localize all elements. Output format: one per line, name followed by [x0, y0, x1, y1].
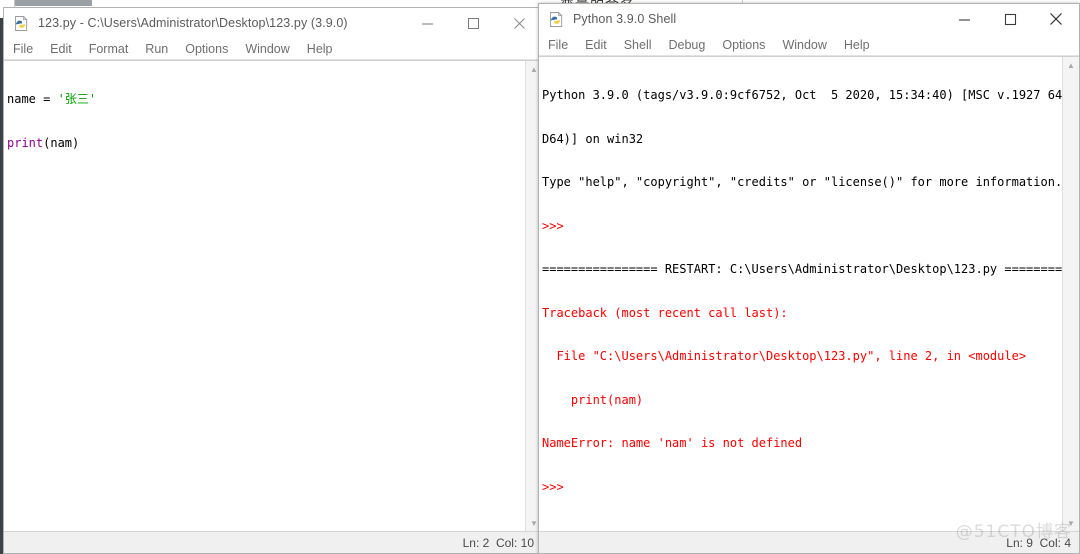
minimize-icon[interactable]	[941, 4, 987, 34]
scroll-up-arrow-icon[interactable]: ▲	[1063, 57, 1079, 73]
close-icon[interactable]	[496, 8, 542, 38]
editor-window-controls	[404, 8, 542, 38]
python-file-icon	[548, 11, 565, 28]
scroll-down-arrow-icon[interactable]: ▼	[1063, 515, 1079, 531]
editor-statusbar: Ln: 2 Col: 10	[4, 531, 542, 553]
close-icon[interactable]	[1033, 4, 1079, 34]
menu-shell[interactable]: Shell	[624, 38, 652, 52]
menu-options[interactable]: Options	[185, 42, 228, 56]
code-keyword-print: print	[7, 135, 44, 150]
shell-line-col-indicator: Ln: 9 Col: 4	[1006, 535, 1071, 550]
shell-titlebar[interactable]: Python 3.9.0 Shell	[539, 4, 1079, 34]
code-line-1: name = '张三'	[7, 92, 525, 107]
shell-error-message: NameError: name 'nam' is not defined	[542, 436, 803, 450]
menu-window[interactable]: Window	[782, 38, 826, 52]
menu-file[interactable]: File	[13, 42, 33, 56]
menu-file[interactable]: File	[548, 38, 568, 52]
code-string-literal: '张三'	[57, 92, 97, 106]
python-shell-window[interactable]: Python 3.9.0 Shell File Edit Shell Debug…	[538, 3, 1080, 554]
shell-text-region[interactable]: Python 3.9.0 (tags/v3.9.0:9cf6752, Oct 5…	[539, 56, 1079, 531]
editor-title-text: 123.py - C:\Users\Administrator\Desktop\…	[38, 16, 348, 30]
maximize-icon[interactable]	[987, 4, 1033, 34]
code-line-2: print(nam)	[7, 136, 525, 151]
editor-titlebar[interactable]: 123.py - C:\Users\Administrator\Desktop\…	[4, 8, 542, 38]
code-assign-operator: =	[35, 92, 58, 106]
code-identifier-name: name	[7, 92, 36, 106]
shell-line-banner-2: D64)] on win32	[542, 131, 644, 146]
shell-traceback-file: File "C:\Users\Administrator\Desktop\123…	[542, 349, 1027, 363]
menu-window[interactable]: Window	[245, 42, 289, 56]
shell-line-banner-1: Python 3.9.0 (tags/v3.9.0:9cf6752, Oct 5…	[542, 88, 1062, 102]
editor-menubar[interactable]: File Edit Format Run Options Window Help	[4, 38, 542, 60]
shell-prompt-1: >>>	[542, 218, 571, 233]
shell-line-banner-3: Type "help", "copyright", "credits" or "…	[542, 175, 1062, 189]
minimize-icon[interactable]	[404, 8, 450, 38]
menu-run[interactable]: Run	[145, 42, 168, 56]
menu-edit[interactable]: Edit	[50, 42, 72, 56]
shell-title-text: Python 3.9.0 Shell	[573, 12, 677, 26]
shell-output-area[interactable]: Python 3.9.0 (tags/v3.9.0:9cf6752, Oct 5…	[539, 57, 1062, 531]
idle-editor-window[interactable]: 123.py - C:\Users\Administrator\Desktop\…	[3, 7, 543, 554]
shell-traceback-header: Traceback (most recent call last):	[542, 305, 788, 320]
python-file-icon	[13, 15, 30, 32]
menu-options[interactable]: Options	[722, 38, 765, 52]
menu-help[interactable]: Help	[844, 38, 870, 52]
shell-menubar[interactable]: File Edit Shell Debug Options Window Hel…	[539, 34, 1079, 56]
shell-restart-separator: ================ RESTART: C:\Users\Admin…	[542, 262, 1062, 276]
desktop-screen: 变量的命名 123.py - C:\Users\Administrator\De…	[0, 0, 1080, 554]
shell-statusbar: Ln: 9 Col: 4	[539, 531, 1079, 553]
editor-code-area[interactable]: name = '张三' print(nam)	[4, 61, 525, 531]
shell-window-controls	[941, 4, 1079, 34]
menu-format[interactable]: Format	[89, 42, 129, 56]
shell-prompt-2: >>>	[542, 479, 571, 494]
shell-vertical-scrollbar[interactable]: ▲ ▼	[1062, 57, 1079, 531]
menu-edit[interactable]: Edit	[585, 38, 607, 52]
shell-traceback-source: print(nam)	[542, 392, 644, 407]
editor-line-col-indicator: Ln: 2 Col: 10	[462, 535, 534, 550]
code-call-args: (nam)	[43, 135, 80, 150]
menu-help[interactable]: Help	[307, 42, 333, 56]
maximize-icon[interactable]	[450, 8, 496, 38]
menu-debug[interactable]: Debug	[669, 38, 706, 52]
editor-text-region[interactable]: name = '张三' print(nam) ▲ ▼	[4, 60, 542, 531]
